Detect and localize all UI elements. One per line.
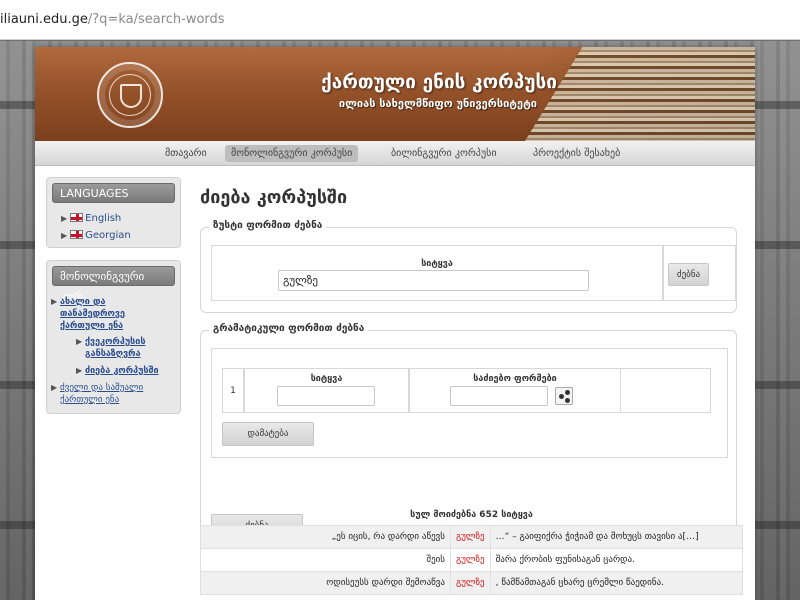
result-right-context: , წამწამთაგან ცხარე ცრემლი წაედინა. [489,571,744,595]
search-forms-label: საძიებო ფორმები [473,374,557,384]
books-decoration [525,47,755,141]
result-keyword[interactable]: გულზე [450,571,491,595]
address-url[interactable]: iliauni.edu.ge/?q=ka/search-words [0,12,225,27]
language-english[interactable]: ▶ English [61,212,121,226]
grammar-search-legend: გრამატიკული ფორმით ძებნა [209,323,369,334]
browser-address-bar[interactable]: iliauni.edu.ge/?q=ka/search-words [0,0,800,40]
result-keyword[interactable]: გულზე [450,548,491,572]
seal-shield-icon [120,84,142,108]
result-left-context: „ეს იცის, რა დარდი აწევს [200,525,451,549]
result-row: ოდისეუსს დარდი შემოაწვა გულზე , წამწამთა… [200,571,744,595]
results-count: სულ მოიძებნა 652 სიტყვა [410,510,533,520]
nav-item-about[interactable]: პროექტის შესახებ [527,145,626,162]
row-number: 1 [230,386,236,396]
result-row: შეის გულზე შარა ქრობის ფუნისაგან ცარდა. [200,548,744,572]
languages-heading: LANGUAGES [52,183,175,203]
search-forms-input[interactable] [450,386,548,406]
result-row: „ეს იცის, რა დარდი აწევს გულზე …“ – გაიფ… [200,525,744,549]
exact-word-label: სიტყვა [421,259,453,269]
site-banner: ქართული ენის კორპუსი ილიას სახელმწიფო უნ… [35,47,755,141]
menu-old-georgian[interactable]: ▶ ძველი და საშუალი ქართული ენა [51,382,170,406]
url-host: iliauni.edu.ge [0,12,88,27]
university-seal-logo[interactable] [97,62,163,128]
site-title: ქართული ენის კორპუსი [321,71,557,93]
language-georgian[interactable]: ▶ Georgian [61,229,131,243]
exact-search-button[interactable]: ძებნა [668,263,709,286]
arrow-right-icon: ▶ [76,366,83,375]
result-left-context: ოდისეუსს დარდი შემოაწვა [200,571,451,595]
language-english-label: English [85,213,122,224]
exact-search-legend: ზუსტი ფორმით ძებნა [209,220,327,231]
site-subtitle: ილიას სახელმწიფო უნივერსიტეტი [338,97,537,110]
uk-flag-icon [70,213,84,222]
share-icon-dot [565,390,570,395]
result-keyword[interactable]: გულზე [450,525,491,549]
share-icon[interactable] [555,387,573,405]
main-nav: მთავარი მონოლინგვური კორპუსი ბილინგვური … [35,141,755,166]
nav-item-home[interactable]: მთავარი [159,145,213,162]
share-icon-dot [559,394,564,399]
grammar-word-input[interactable] [277,386,375,406]
nav-item-monolingual[interactable]: მონოლინგვური კორპუსი [225,145,359,162]
menu-subcorpus-label: ქვეკორპუსის განსაზღვრა [85,337,146,359]
exact-search-fieldset: ზუსტი ფორმით ძებნა სიტყვა გულზე ძებნა [200,220,737,313]
menu-search-corpus[interactable]: ▶ ძიება კორპუსში [76,365,175,377]
arrow-right-icon: ▶ [76,337,83,346]
result-right-context: …“ – გაიფიქრა ჭიჭიამ და მოხუცს თავისი ა[… [489,525,744,549]
grammar-word-label: სიტყვა [310,374,343,384]
add-row-button[interactable]: დამატება [222,422,314,446]
arrow-right-icon: ▶ [61,231,68,240]
uk-flag-icon [70,230,84,239]
page-container: ქართული ენის კორპუსი ილიას სახელმწიფო უნ… [35,47,755,600]
menu-old-georgian-label: ძველი და საშუალი ქართული ენა [60,383,144,405]
exact-word-input[interactable]: გულზე [278,270,589,291]
menu-search-corpus-label: ძიება კორპუსში [85,366,159,376]
menu-new-georgian-label: ახალი და თანამედროვე ქართული ენა [60,297,125,331]
monolingual-box: მონოლინგვური კორ. ▶ ახალი და თანამედროვე … [46,260,181,414]
share-icon-dot [565,398,570,403]
arrow-right-icon: ▶ [51,383,58,392]
language-georgian-label: Georgian [85,230,131,241]
languages-box: LANGUAGES ▶ English ▶ Georgian [46,177,181,248]
menu-new-georgian[interactable]: ▶ ახალი და თანამედროვე ქართული ენა [51,296,170,332]
nav-item-bilingual[interactable]: ბილინგვური კორპუსი [385,145,503,162]
url-path: /?q=ka/search-words [87,12,225,27]
results-table: „ეს იცის, რა დარდი აწევს გულზე …“ – გაიფ… [200,525,744,595]
monolingual-heading: მონოლინგვური კორ. [52,266,175,303]
result-left-context: შეის [200,548,451,572]
page-title: ძიება კორპუსში [200,187,348,208]
arrow-right-icon: ▶ [51,297,58,306]
menu-subcorpus[interactable]: ▶ ქვეკორპუსის განსაზღვრა [76,336,175,360]
arrow-right-icon: ▶ [61,214,68,223]
result-right-context: შარა ქრობის ფუნისაგან ცარდა. [489,548,744,572]
